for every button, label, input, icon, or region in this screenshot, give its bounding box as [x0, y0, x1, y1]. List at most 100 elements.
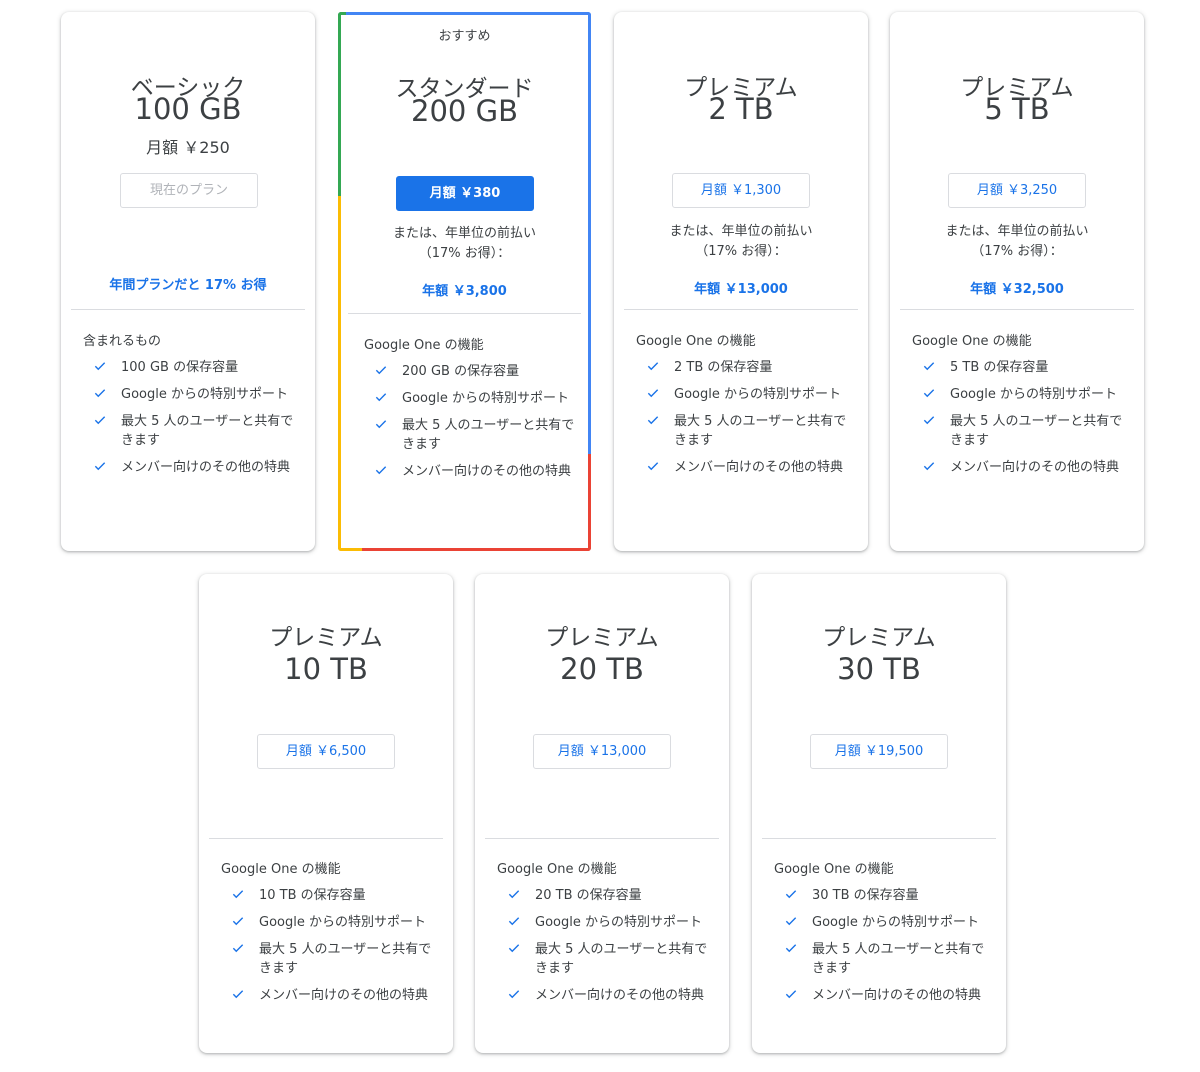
divider	[209, 838, 443, 839]
check-icon	[785, 990, 797, 999]
check-icon	[508, 990, 520, 999]
feature-item: メンバー向けのその他の特典	[636, 458, 858, 477]
features-heading: Google One の機能	[364, 338, 484, 353]
check-icon	[647, 362, 659, 371]
feature-perks: メンバー向けのその他の特典	[535, 988, 705, 1003]
plan-size: 10 TB	[284, 652, 368, 686]
divider	[348, 313, 581, 314]
plan-card-premium-5tb: プレミアム 5 TB 月額 ￥3,250 または、年単位の前払い（17% お得）…	[890, 12, 1144, 551]
plan-card-premium-2tb: プレミアム 2 TB 月額 ￥1,300 または、年単位の前払い（17% お得）…	[614, 12, 868, 551]
check-icon	[923, 416, 935, 425]
feature-perks: メンバー向けのその他の特典	[812, 988, 982, 1003]
plan-size: 20 TB	[560, 652, 644, 686]
feature-item: 最大 5 人のユーザーと共有できます	[83, 412, 305, 450]
check-icon	[232, 990, 244, 999]
check-icon	[785, 944, 797, 953]
check-icon	[94, 362, 106, 371]
feature-item: 10 TB の保存容量	[221, 886, 443, 905]
feature-item: Google からの特別サポート	[83, 385, 305, 404]
feature-share: 最大 5 人のユーザーと共有できます	[812, 942, 985, 976]
feature-item: Google からの特別サポート	[774, 913, 996, 932]
check-icon	[94, 416, 106, 425]
plan-card-basic-100gb: ベーシック 100 GB 月額 ￥250 現在のプラン 年間プランだと 17% …	[61, 12, 315, 551]
feature-storage: 100 GB の保存容量	[121, 360, 239, 375]
divider	[900, 309, 1134, 310]
features-heading: Google One の機能	[497, 862, 617, 877]
feature-item: 100 GB の保存容量	[83, 358, 305, 377]
monthly-subscribe-button[interactable]: 月額 ￥13,000	[533, 734, 671, 769]
feature-item: Google からの特別サポート	[497, 913, 719, 932]
feature-perks: メンバー向けのその他の特典	[402, 464, 572, 479]
feature-share: 最大 5 人のユーザーと共有できます	[121, 414, 294, 448]
feature-list: 含まれるもの 100 GB の保存容量 Google からの特別サポート 最大 …	[83, 330, 305, 485]
feature-list: Google One の機能 200 GB の保存容量 Google からの特別…	[364, 334, 577, 489]
recommended-badge: おすすめ	[438, 29, 491, 44]
current-plan-button: 現在のプラン	[120, 173, 258, 208]
feature-item: メンバー向けのその他の特典	[774, 986, 996, 1005]
features-heading: Google One の機能	[636, 334, 756, 349]
feature-support: Google からの特別サポート	[950, 387, 1117, 402]
plan-size: 2 TB	[708, 92, 774, 126]
feature-item: 最大 5 人のユーザーと共有できます	[774, 940, 996, 978]
plan-size: 5 TB	[984, 92, 1050, 126]
check-icon	[375, 366, 387, 375]
feature-perks: メンバー向けのその他の特典	[674, 460, 844, 475]
feature-item: メンバー向けのその他の特典	[221, 986, 443, 1005]
check-icon	[508, 890, 520, 899]
feature-item: Google からの特別サポート	[912, 385, 1134, 404]
check-icon	[647, 389, 659, 398]
divider	[624, 309, 858, 310]
check-icon	[785, 917, 797, 926]
feature-share: 最大 5 人のユーザーと共有できます	[402, 418, 575, 452]
plan-tier: プレミアム	[269, 625, 383, 651]
features-heading: Google One の機能	[221, 862, 341, 877]
feature-item: メンバー向けのその他の特典	[912, 458, 1134, 477]
monthly-subscribe-button[interactable]: 月額 ￥3,250	[948, 173, 1086, 208]
feature-support: Google からの特別サポート	[121, 387, 288, 402]
feature-item: 30 TB の保存容量	[774, 886, 996, 905]
feature-perks: メンバー向けのその他の特典	[121, 460, 291, 475]
check-icon	[232, 890, 244, 899]
annual-prepay-note: または、年単位の前払い（17% お得）：	[392, 226, 536, 261]
feature-item: Google からの特別サポート	[636, 385, 858, 404]
check-icon	[375, 420, 387, 429]
monthly-subscribe-button[interactable]: 月額 ￥19,500	[810, 734, 948, 769]
plan-size: 30 TB	[837, 652, 921, 686]
monthly-subscribe-button[interactable]: 月額 ￥380	[396, 176, 534, 211]
annual-price-link[interactable]: 年額 ￥3,800	[338, 280, 591, 299]
feature-support: Google からの特別サポート	[535, 915, 702, 930]
feature-item: 2 TB の保存容量	[636, 358, 858, 377]
plan-tier: プレミアム	[545, 625, 659, 651]
monthly-subscribe-button[interactable]: 月額 ￥1,300	[672, 173, 810, 208]
check-icon	[923, 462, 935, 471]
feature-list: Google One の機能 2 TB の保存容量 Google からの特別サポ…	[636, 330, 858, 485]
feature-storage: 10 TB の保存容量	[259, 888, 366, 903]
feature-item: 最大 5 人のユーザーと共有できます	[912, 412, 1134, 450]
plan-size: 200 GB	[411, 94, 518, 128]
check-icon	[647, 462, 659, 471]
feature-list: Google One の機能 5 TB の保存容量 Google からの特別サポ…	[912, 330, 1134, 485]
check-icon	[375, 393, 387, 402]
feature-item: 5 TB の保存容量	[912, 358, 1134, 377]
annual-price-link[interactable]: 年額 ￥13,000	[614, 278, 868, 297]
check-icon	[375, 466, 387, 475]
monthly-subscribe-button[interactable]: 月額 ￥6,500	[257, 734, 395, 769]
plan-card-premium-20tb: プレミアム 20 TB 月額 ￥13,000 Google One の機能 20…	[475, 574, 729, 1053]
feature-storage: 200 GB の保存容量	[402, 364, 520, 379]
feature-support: Google からの特別サポート	[402, 391, 569, 406]
feature-support: Google からの特別サポート	[259, 915, 426, 930]
feature-item: 最大 5 人のユーザーと共有できます	[636, 412, 858, 450]
check-icon	[94, 389, 106, 398]
feature-storage: 5 TB の保存容量	[950, 360, 1049, 375]
annual-promo-link[interactable]: 年間プランだと 17% お得	[61, 274, 315, 293]
feature-list: Google One の機能 30 TB の保存容量 Google からの特別サ…	[774, 858, 996, 1013]
divider	[762, 838, 996, 839]
feature-storage: 2 TB の保存容量	[674, 360, 773, 375]
feature-item: メンバー向けのその他の特典	[83, 458, 305, 477]
feature-item: メンバー向けのその他の特典	[497, 986, 719, 1005]
feature-list: Google One の機能 10 TB の保存容量 Google からの特別サ…	[221, 858, 443, 1013]
feature-item: Google からの特別サポート	[364, 389, 577, 408]
check-icon	[923, 362, 935, 371]
annual-price-link[interactable]: 年額 ￥32,500	[890, 278, 1144, 297]
plan-card-premium-30tb: プレミアム 30 TB 月額 ￥19,500 Google One の機能 30…	[752, 574, 1006, 1053]
